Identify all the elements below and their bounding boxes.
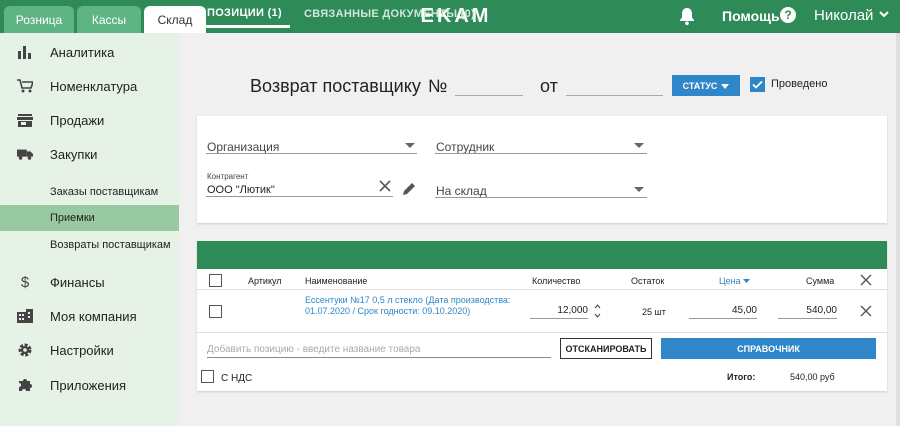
- quantity-stepper[interactable]: [594, 303, 601, 321]
- bell-icon[interactable]: [678, 6, 696, 26]
- document-number-input[interactable]: [455, 80, 523, 96]
- price-header-label: Цена: [719, 276, 741, 286]
- chevron-down-icon[interactable]: [878, 8, 890, 23]
- total-label: Итого:: [727, 372, 756, 382]
- price-input[interactable]: 45,00: [689, 305, 757, 319]
- store-icon: [17, 112, 33, 128]
- sidebar-item-purchases[interactable]: Закупки: [0, 139, 179, 169]
- sidebar-item-label: Продажи: [50, 112, 105, 128]
- column-header-quantity: Количество: [532, 276, 581, 286]
- puzzle-icon: [17, 377, 33, 393]
- quantity-input[interactable]: 12,000: [530, 305, 588, 319]
- vat-checkbox[interactable]: [201, 370, 214, 383]
- sidebar-subitem-supplier-returns[interactable]: Возвраты поставщикам: [0, 232, 179, 258]
- chart-icon: [17, 44, 33, 60]
- sum-input[interactable]: 540,00: [778, 305, 837, 319]
- close-icon[interactable]: [860, 273, 872, 289]
- tab-warehouse[interactable]: Склад: [144, 6, 206, 33]
- sidebar-item-apps[interactable]: Приложения: [0, 370, 179, 400]
- document-date-input[interactable]: [566, 80, 663, 96]
- organization-select[interactable]: [206, 139, 417, 154]
- scrollbar[interactable]: [896, 33, 900, 426]
- sidebar-item-label: Настройки: [50, 342, 114, 358]
- sidebar-item-sales[interactable]: Продажи: [0, 105, 179, 135]
- column-header-name: Наименование: [305, 276, 368, 286]
- row-divider: [197, 289, 887, 290]
- rest-value: 25 шт: [642, 307, 666, 317]
- document-form-card: [197, 116, 887, 223]
- truck-icon: [17, 146, 33, 162]
- tab-positions[interactable]: ПОЗИЦИИ (1): [199, 0, 290, 28]
- sidebar-subitem-receipts[interactable]: Приемки: [0, 205, 179, 231]
- pencil-icon[interactable]: [402, 182, 416, 199]
- employee-select[interactable]: [435, 139, 647, 154]
- page-title: Возврат поставщику: [250, 76, 421, 96]
- sidebar-item-label: Аналитика: [50, 44, 115, 60]
- user-menu[interactable]: Николай: [814, 7, 873, 24]
- select-all-checkbox[interactable]: [209, 274, 222, 287]
- column-header-article: Артикул: [248, 276, 282, 286]
- sidebar-item-finance[interactable]: $ Финансы: [0, 267, 179, 297]
- vat-label: С НДС: [221, 373, 253, 384]
- catalog-button[interactable]: СПРАВОЧНИК: [661, 338, 876, 359]
- cart-icon: [17, 78, 33, 94]
- tab-related-documents[interactable]: СВЯЗАННЫЕ ДОКУМЕНТЫ (0): [304, 0, 475, 28]
- chevron-down-icon: [405, 143, 415, 148]
- posted-checkbox[interactable]: [750, 77, 765, 92]
- sidebar-item-label: Номенклатура: [50, 78, 138, 94]
- sidebar-item-label: Закупки: [50, 146, 98, 162]
- sidebar-item-nomenclature[interactable]: Номенклатура: [0, 71, 179, 101]
- warehouse-select[interactable]: [435, 183, 647, 198]
- row-divider: [197, 332, 887, 333]
- sidebar-item-settings[interactable]: Настройки: [0, 335, 179, 365]
- column-header-price[interactable]: Цена: [719, 276, 751, 286]
- chevron-down-icon: [634, 143, 644, 148]
- counterparty-label: Контрагент: [207, 172, 249, 181]
- gear-icon: [17, 342, 33, 358]
- sidebar-item-label: Финансы: [50, 274, 105, 290]
- sidebar-item-label: Приложения: [50, 377, 127, 393]
- chevron-down-icon: [634, 187, 644, 192]
- posted-label: Проведено: [771, 78, 828, 90]
- help-icon[interactable]: ?: [780, 7, 796, 23]
- help-link[interactable]: Помощь: [722, 8, 780, 24]
- number-sign: №: [428, 76, 448, 96]
- tab-cash-registers[interactable]: Кассы: [77, 6, 141, 33]
- close-icon[interactable]: [379, 179, 391, 196]
- building-icon: [17, 308, 33, 324]
- column-header-rest: Остаток: [631, 276, 665, 286]
- row-checkbox[interactable]: [209, 305, 222, 318]
- column-header-sum: Сумма: [806, 276, 835, 286]
- date-label: от: [540, 76, 558, 96]
- tab-retail[interactable]: Розница: [4, 6, 74, 33]
- total-value: 540,00 руб: [790, 372, 835, 382]
- caret-down-icon: [721, 81, 730, 91]
- sidebar-item-label: Моя компания: [50, 308, 137, 324]
- sidebar-item-analytics[interactable]: Аналитика: [0, 37, 179, 67]
- scan-button[interactable]: ОТСКАНИРОВАТЬ: [560, 338, 652, 359]
- sidebar-item-my-company[interactable]: Моя компания: [0, 301, 179, 331]
- sort-down-icon: [743, 276, 751, 286]
- sidebar-subitem-supplier-orders[interactable]: Заказы поставщикам: [0, 179, 179, 205]
- dollar-icon: $: [20, 273, 30, 291]
- counterparty-input[interactable]: [206, 182, 393, 197]
- item-name-link[interactable]: Ессентуки №17 0,5 л стекло (Дата произво…: [305, 295, 520, 317]
- positions-tab-bar: [197, 241, 887, 269]
- status-dropdown-button[interactable]: СТАТУС: [672, 75, 740, 96]
- close-icon[interactable]: [860, 304, 872, 320]
- add-position-input[interactable]: Добавить позицию - введите название това…: [207, 342, 551, 358]
- status-label: СТАТУС: [682, 80, 718, 91]
